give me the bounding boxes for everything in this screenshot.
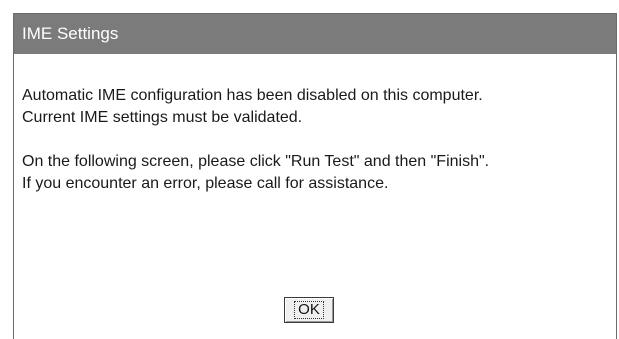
message-line: If you encounter an error, please call f… [22,175,389,192]
message-paragraph-instructions: On the following screen, please click "R… [22,151,610,195]
message-body: Automatic IME configuration has been dis… [22,85,610,195]
message-line: On the following screen, please click "R… [22,153,490,170]
message-line: Current IME settings must be validated. [22,109,303,126]
ok-button-label: OK [294,301,324,319]
title-bar[interactable]: IME Settings [14,14,616,54]
message-paragraph-configuration: Automatic IME configuration has been dis… [22,85,610,129]
ime-settings-dialog: IME Settings Automatic IME configuration… [13,13,617,339]
dialog-title: IME Settings [22,24,119,43]
ok-button[interactable]: OK [284,297,334,323]
message-line: Automatic IME configuration has been dis… [22,87,483,104]
